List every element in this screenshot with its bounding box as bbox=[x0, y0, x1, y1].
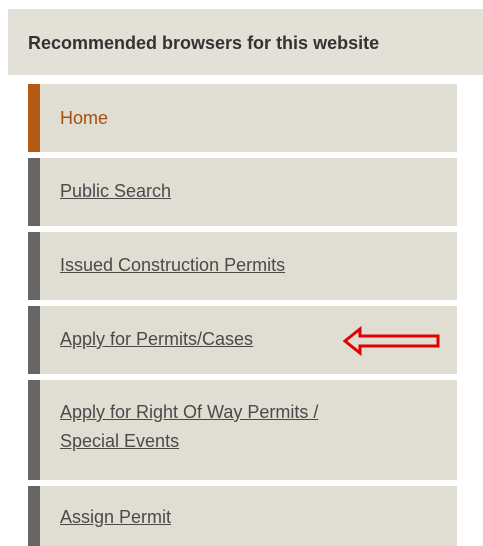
nav-link-public-search[interactable]: Public Search bbox=[60, 177, 171, 206]
nav-item-public-search[interactable]: Public Search bbox=[28, 158, 457, 226]
nav-link-apply-permits-cases[interactable]: Apply for Permits/Cases bbox=[60, 325, 253, 354]
nav-item-home[interactable]: Home bbox=[28, 84, 457, 152]
left-arrow-icon bbox=[343, 326, 440, 356]
nav-item-apply-right-of-way[interactable]: Apply for Right Of Way Permits / Special… bbox=[28, 380, 457, 480]
nav-link-home[interactable]: Home bbox=[60, 104, 108, 133]
nav-link-assign-permit[interactable]: Assign Permit bbox=[60, 503, 171, 532]
nav-item-issued-construction-permits[interactable]: Issued Construction Permits bbox=[28, 232, 457, 300]
nav-link-issued-construction-permits[interactable]: Issued Construction Permits bbox=[60, 251, 285, 280]
nav-item-assign-permit[interactable]: Assign Permit bbox=[28, 486, 457, 546]
banner-text: Recommended browsers for this website bbox=[28, 33, 380, 53]
nav-link-apply-right-of-way[interactable]: Apply for Right Of Way Permits / Special… bbox=[60, 398, 318, 456]
browser-recommendation-banner: Recommended browsers for this website bbox=[8, 9, 483, 75]
